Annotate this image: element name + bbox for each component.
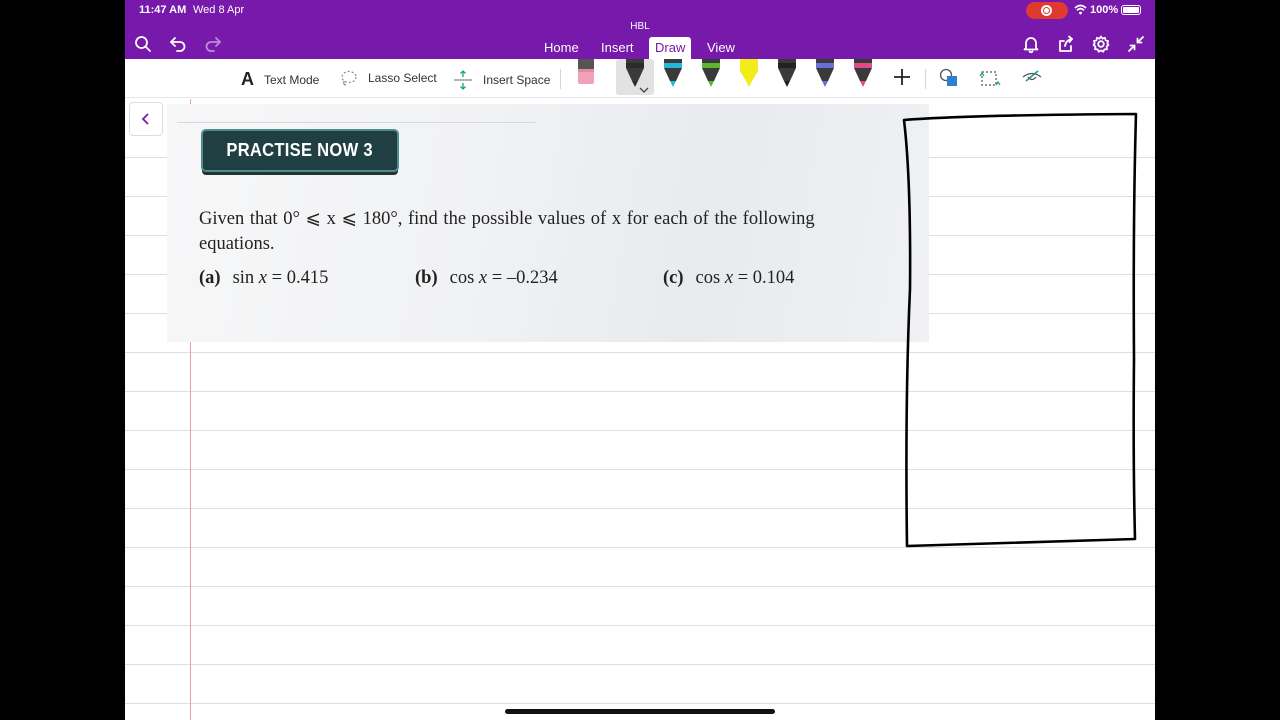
battery-percent: 100% bbox=[1090, 4, 1119, 16]
toolbar-divider bbox=[560, 69, 561, 89]
cyan-pen-icon[interactable] bbox=[662, 59, 684, 89]
tab-insert[interactable]: Insert bbox=[595, 37, 640, 59]
tab-view[interactable]: View bbox=[701, 37, 741, 59]
ribbon-tabs: Home Insert Draw View bbox=[125, 37, 1155, 59]
insert-space-icon bbox=[453, 69, 473, 91]
notebook-page[interactable]: PRACTISE NOW 3 Given that 0° ⩽ x ⩽ 180°,… bbox=[125, 99, 1155, 720]
app-header: 11:47 AM Wed 8 Apr 100% HBL Home Insert … bbox=[125, 0, 1155, 59]
collapse-icon[interactable] bbox=[1125, 34, 1147, 54]
draw-toolbar: A Text Mode Lasso Select Insert Space bbox=[125, 59, 1155, 98]
rainbow-pen-icon[interactable] bbox=[852, 59, 874, 89]
battery-icon bbox=[1121, 5, 1141, 15]
insert-space-label: Insert Space bbox=[483, 73, 551, 87]
insert-space-tool[interactable]: Insert Space bbox=[453, 69, 550, 91]
part-c: (c) cos x = 0.104 bbox=[663, 268, 795, 288]
home-indicator[interactable] bbox=[505, 709, 775, 714]
galaxy-pen-icon[interactable] bbox=[814, 59, 836, 89]
ink-to-shape-icon[interactable] bbox=[978, 67, 1002, 89]
question-text-continued: equations. bbox=[199, 234, 275, 254]
ink-to-math-icon[interactable] bbox=[1020, 67, 1044, 89]
bell-icon[interactable] bbox=[1020, 34, 1042, 54]
plus-icon bbox=[894, 69, 910, 85]
green-pen-icon[interactable] bbox=[700, 59, 722, 89]
practise-badge: PRACTISE NOW 3 bbox=[201, 129, 399, 172]
notebook-title: HBL bbox=[630, 21, 650, 32]
tab-draw[interactable]: Draw bbox=[649, 37, 692, 59]
scan-rule-line bbox=[177, 122, 535, 123]
part-a: (a) sin x = 0.415 bbox=[199, 268, 329, 288]
text-mode-tool[interactable]: A Text Mode bbox=[241, 69, 319, 90]
lasso-select-label: Lasso Select bbox=[368, 71, 437, 85]
share-icon[interactable] bbox=[1055, 34, 1077, 54]
tab-home[interactable]: Home bbox=[538, 37, 585, 59]
status-time: 11:47 AM bbox=[139, 4, 187, 16]
onenote-window: 11:47 AM Wed 8 Apr 100% HBL Home Insert … bbox=[125, 0, 1155, 720]
black-pen-icon[interactable] bbox=[624, 59, 646, 89]
settings-gear-icon[interactable] bbox=[1090, 34, 1112, 54]
screen-recording-icon[interactable] bbox=[1026, 2, 1068, 19]
text-mode-label: Text Mode bbox=[264, 72, 320, 87]
shapes-icon[interactable] bbox=[938, 67, 960, 89]
back-button[interactable] bbox=[129, 102, 163, 136]
toolbar-divider bbox=[925, 69, 926, 89]
part-b: (b) cos x = –0.234 bbox=[415, 268, 558, 288]
wifi-icon bbox=[1074, 4, 1087, 18]
yellow-highlighter-icon[interactable] bbox=[738, 59, 760, 89]
lasso-icon bbox=[340, 69, 358, 87]
pasted-textbook-image[interactable]: PRACTISE NOW 3 Given that 0° ⩽ x ⩽ 180°,… bbox=[167, 104, 929, 342]
question-text: Given that 0° ⩽ x ⩽ 180°, find the possi… bbox=[199, 209, 815, 229]
status-date: Wed 8 Apr bbox=[193, 4, 245, 16]
lasso-select-tool[interactable]: Lasso Select bbox=[340, 69, 437, 87]
hand-drawn-rectangle bbox=[902, 112, 1138, 548]
chevron-left-icon bbox=[141, 113, 149, 125]
dark-pen-icon[interactable] bbox=[776, 59, 798, 89]
text-mode-icon: A bbox=[241, 69, 254, 89]
eraser-icon[interactable] bbox=[575, 59, 597, 89]
add-pen-button[interactable] bbox=[891, 66, 913, 88]
